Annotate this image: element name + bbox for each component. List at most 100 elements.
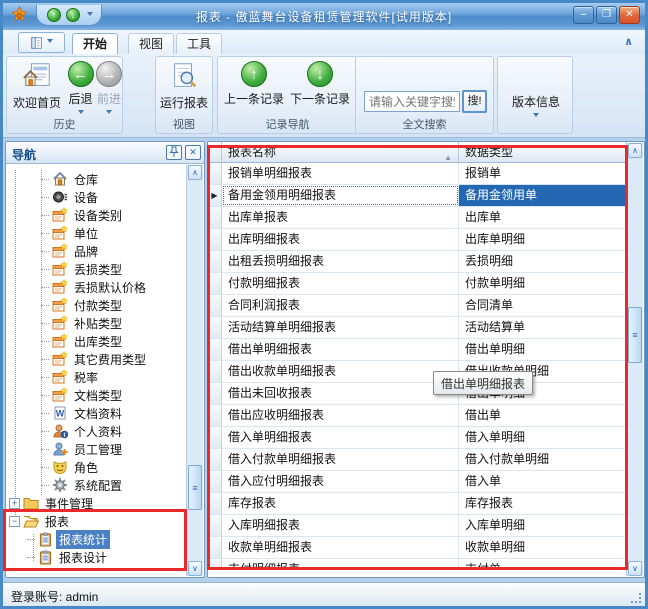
table-row[interactable]: 收款单明细报表收款单明细 (208, 537, 627, 559)
resize-grip[interactable] (631, 593, 641, 603)
navigation-header: 导航 ✕ (6, 142, 204, 164)
row-selector[interactable] (208, 427, 222, 448)
prev-record-icon: ↑ (241, 61, 267, 87)
row-selector[interactable] (208, 493, 222, 514)
tree-item-brand[interactable]: 品牌 (41, 242, 101, 260)
house-icon (52, 171, 68, 187)
tree-item-tax-rate[interactable]: 税率 (41, 368, 101, 386)
table-row[interactable]: 出租丢损明细报表丢损明细 (208, 251, 627, 273)
close-button[interactable]: ✕ (619, 6, 640, 24)
tree-item-loss-type[interactable]: 丢损类型 (41, 260, 125, 278)
tree-item-equipment-category[interactable]: 设备类别 (41, 206, 125, 224)
collapse-minus-icon[interactable]: − (9, 516, 20, 527)
tree-item-report-statistics[interactable]: 报表统计 (27, 530, 110, 548)
column-header-data-type[interactable]: 数据类型 (459, 142, 627, 162)
tree-item-system-config[interactable]: 系统配置 (41, 476, 125, 494)
table-row[interactable]: 借入付款单明细报表借入付款单明细 (208, 449, 627, 471)
table-scroll-up-icon[interactable]: ∧ (628, 143, 642, 158)
nav-scroll-down-icon[interactable]: ∨ (188, 561, 202, 576)
row-selector[interactable] (208, 449, 222, 470)
forward-button[interactable]: → 前进 (95, 61, 123, 117)
table-scroll-down-icon[interactable]: ∨ (628, 561, 642, 576)
ribbon-group-record-nav: ↑ 上一条记录 ↓ 下一条记录 记录导航 (217, 56, 358, 134)
folder-icon (23, 495, 39, 511)
table-row[interactable]: 借入单明细报表借入单明细 (208, 427, 627, 449)
tree-item-report-design[interactable]: 报表设计 (27, 548, 110, 566)
ribbon-collapse-chevron-icon[interactable]: ∧ (624, 35, 633, 48)
tree-item-warehouse[interactable]: 仓库 (41, 170, 101, 188)
row-selector[interactable] (208, 361, 222, 382)
row-selector[interactable] (208, 295, 222, 316)
tree-item-document-type[interactable]: 文档类型 (41, 386, 125, 404)
maximize-button[interactable]: ❐ (596, 6, 617, 24)
minimize-button[interactable]: – (573, 6, 594, 24)
tree-item-other-fee-type[interactable]: 其它费用类型 (41, 350, 149, 368)
application-menu-button[interactable] (18, 32, 65, 53)
row-selector[interactable] (208, 339, 222, 360)
search-button[interactable]: 搜! (462, 90, 487, 113)
table-row[interactable]: 合同利润报表合同清单 (208, 295, 627, 317)
row-selector[interactable] (208, 537, 222, 558)
row-selector[interactable] (208, 471, 222, 492)
row-selector[interactable] (208, 163, 222, 184)
table-row[interactable]: 付款明细报表付款单明细 (208, 273, 627, 295)
table-row[interactable]: 借出应收明细报表借出单 (208, 405, 627, 427)
row-selector[interactable] (208, 207, 222, 228)
row-selector[interactable] (208, 515, 222, 536)
table-row[interactable]: 出库明细报表出库单明细 (208, 229, 627, 251)
back-icon: ← (68, 61, 94, 87)
welcome-home-button[interactable]: 欢迎首页 (9, 61, 65, 111)
version-info-button[interactable]: 版本信息 (504, 93, 568, 120)
table-row[interactable]: 借出未回收报表借出单明细 (208, 383, 627, 405)
row-selector[interactable] (208, 273, 222, 294)
table-row[interactable]: 库存报表库存报表 (208, 493, 627, 515)
table-row[interactable]: 活动结算单明细报表活动结算单 (208, 317, 627, 339)
tab-tools[interactable]: 工具 (176, 33, 222, 54)
tree-item-outbound-type[interactable]: 出库类型 (41, 332, 125, 350)
table-row[interactable]: 借出收款单明细报表借出收款单明细 (208, 361, 627, 383)
tree-item-employee-management[interactable]: 员工管理 (41, 440, 125, 458)
tab-home[interactable]: 开始 (72, 33, 118, 54)
panel-close-button[interactable]: ✕ (185, 145, 201, 160)
tree-item-document-data[interactable]: 文档资料 (41, 404, 125, 422)
table-row[interactable]: 借出单明细报表借出单明细 (208, 339, 627, 361)
nav-scrollbar[interactable]: ∧ ≡ ∨ (186, 165, 203, 576)
tree-item-reports[interactable]: −报表 (9, 512, 72, 530)
tree-item-loss-default-price[interactable]: 丢损默认价格 (41, 278, 149, 296)
login-account-label: 登录账号: admin (11, 588, 98, 605)
run-report-button[interactable]: 运行报表 (158, 61, 210, 111)
app-menu-dropdown-icon (47, 39, 53, 46)
row-selector-current[interactable]: ▶ (208, 185, 222, 206)
row-selector[interactable] (208, 405, 222, 426)
tab-view[interactable]: 视图 (128, 33, 174, 54)
tree-item-equipment[interactable]: 设备 (41, 188, 101, 206)
tree-item-subsidy-type[interactable]: 补贴类型 (41, 314, 125, 332)
pin-button[interactable] (166, 145, 182, 160)
tree-item-unit[interactable]: 单位 (41, 224, 101, 242)
next-record-button[interactable]: ↓ 下一条记录 (288, 61, 352, 107)
table-scrollbar[interactable]: ∧ ≡ ∨ (626, 143, 643, 576)
tree-item-personal-data[interactable]: 个人资料 (41, 422, 125, 440)
tree-item-role[interactable]: 角色 (41, 458, 101, 476)
row-selector[interactable] (208, 251, 222, 272)
table-row-selected[interactable]: ▶备用金领用明细报表备用金领用单 (208, 185, 627, 207)
row-selector[interactable] (208, 229, 222, 250)
column-header-report-name[interactable]: 报表名称▲ (222, 142, 459, 162)
table-row[interactable]: 入库明细报表入库单明细 (208, 515, 627, 537)
table-row[interactable]: 报销单明细报表报销单 (208, 163, 627, 185)
table-row[interactable]: 借入应付明细报表借入单 (208, 471, 627, 493)
nav-scroll-thumb[interactable]: ≡ (188, 465, 202, 510)
table-scroll-thumb[interactable]: ≡ (628, 307, 642, 363)
back-button[interactable]: ← 后退 (65, 61, 96, 117)
row-selector[interactable] (208, 317, 222, 338)
tree-item-payment-type[interactable]: 付款类型 (41, 296, 125, 314)
row-selector[interactable] (208, 559, 222, 568)
tree-item-event-management[interactable]: +事件管理 (9, 494, 96, 512)
nav-scroll-up-icon[interactable]: ∧ (188, 165, 202, 180)
table-row-clipped[interactable]: 支付明细报表支付单 (208, 559, 627, 568)
row-selector[interactable] (208, 383, 222, 404)
table-row[interactable]: 出库单报表出库单 (208, 207, 627, 229)
prev-record-button[interactable]: ↑ 上一条记录 (222, 61, 286, 107)
search-input[interactable] (364, 91, 460, 112)
expand-plus-icon[interactable]: + (9, 498, 20, 509)
